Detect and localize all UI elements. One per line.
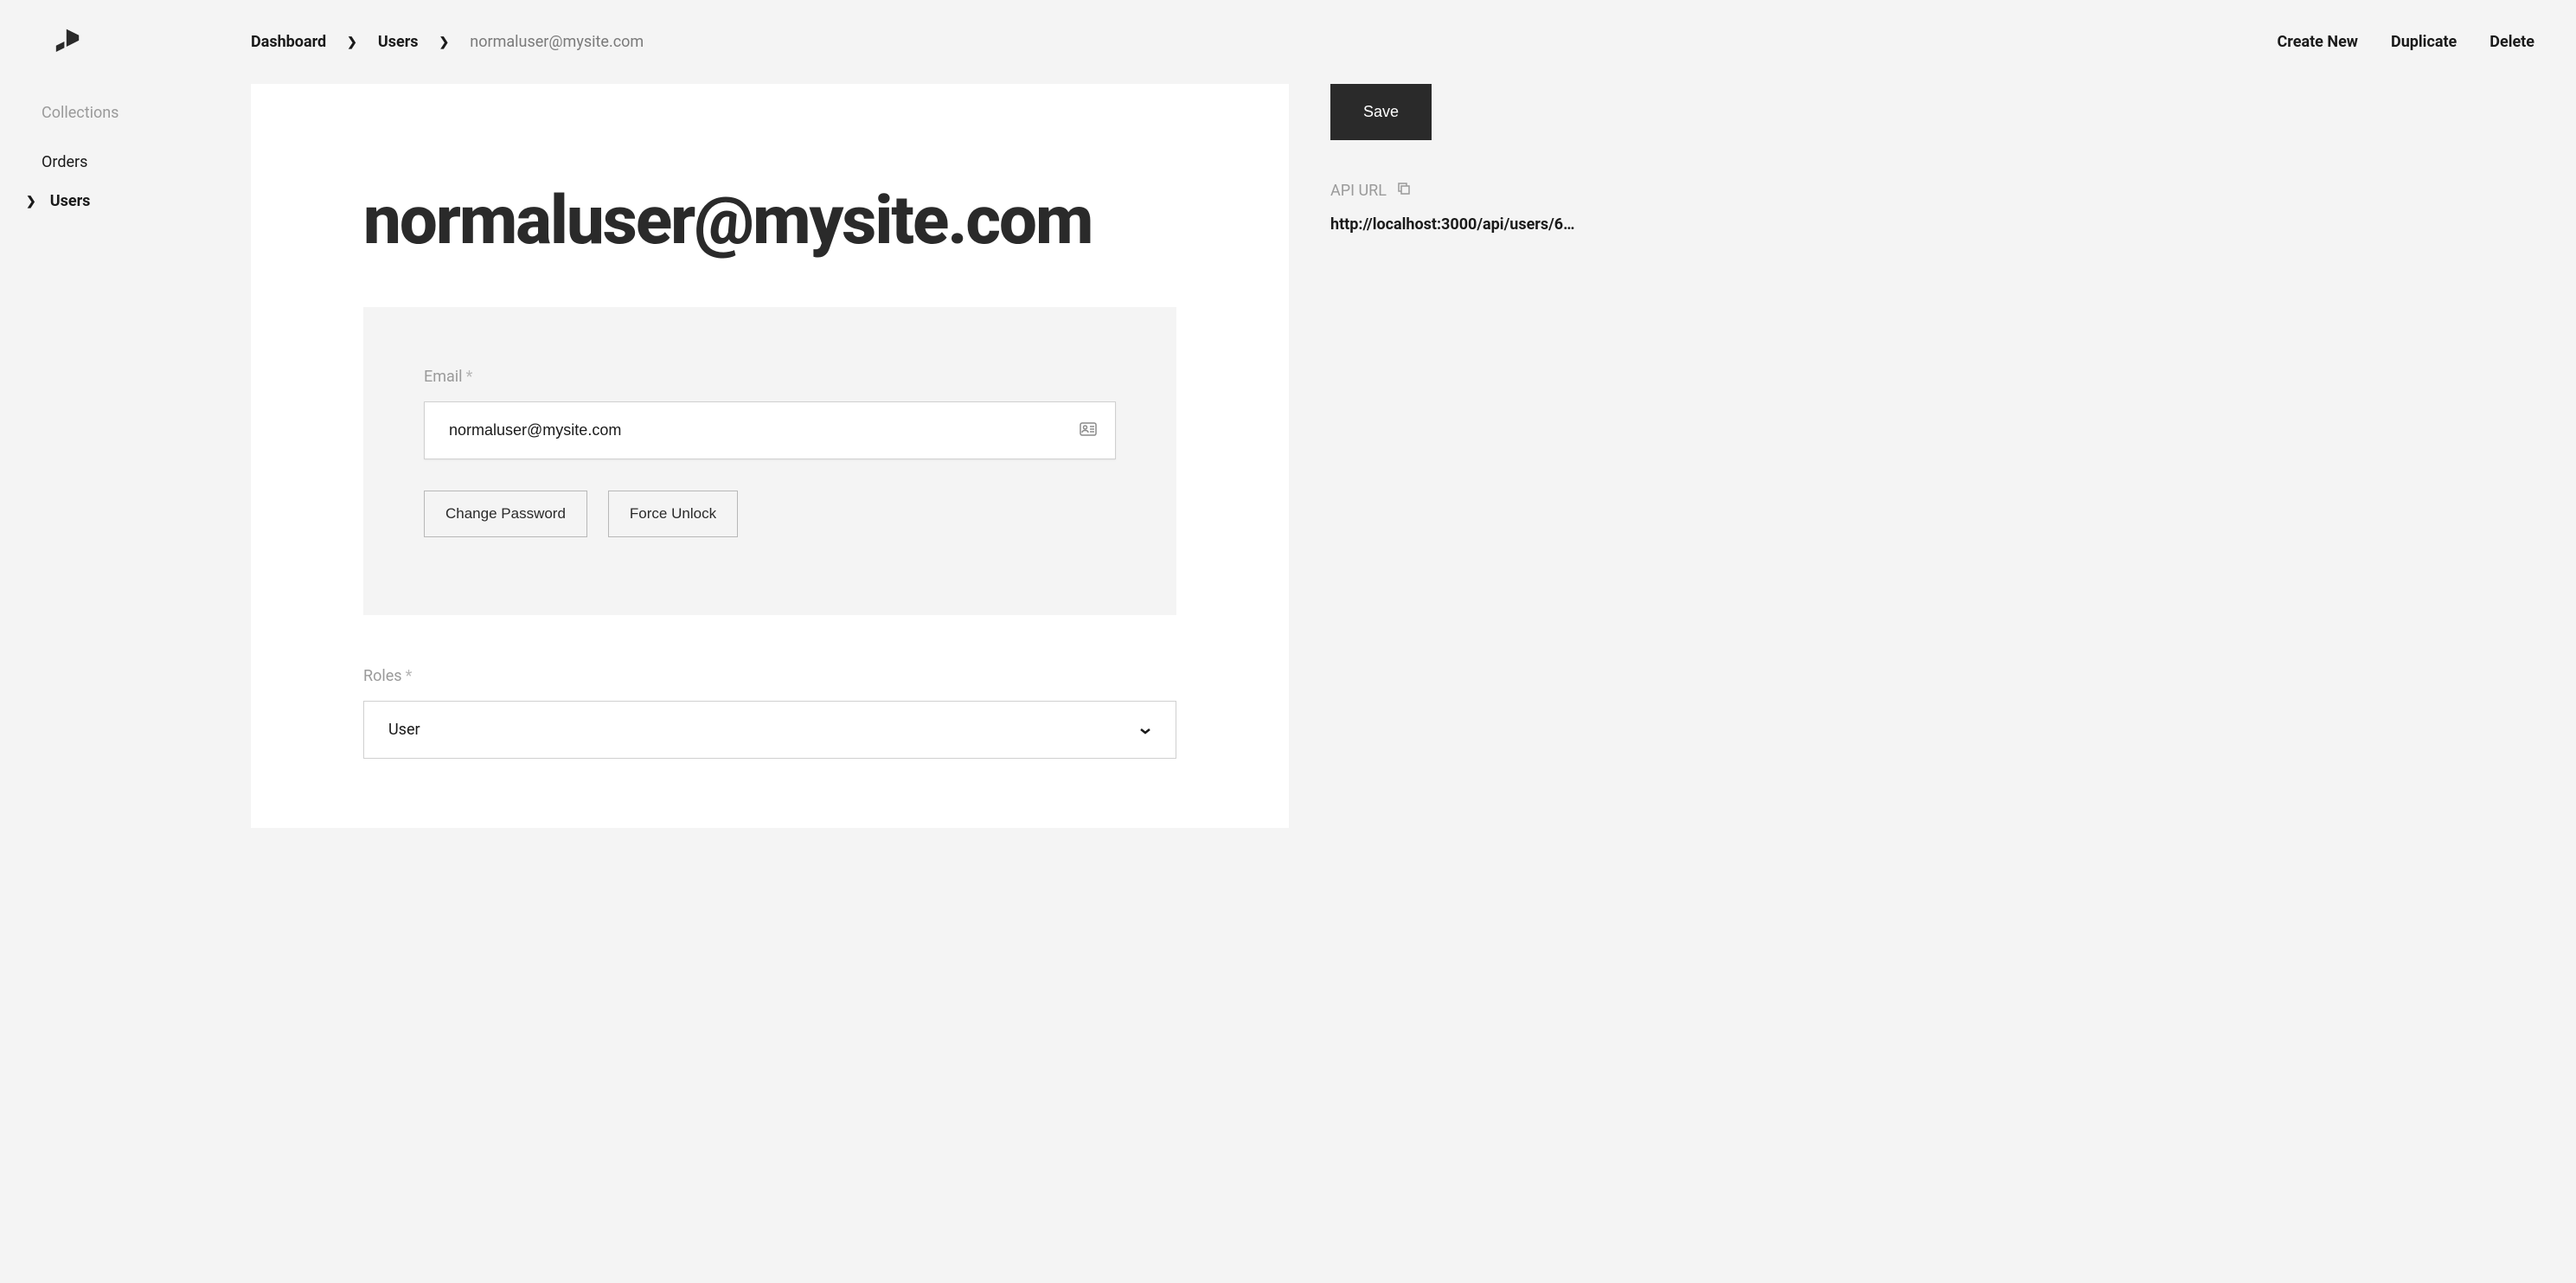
required-indicator: *: [466, 368, 473, 386]
sidebar-item-label: Users: [50, 192, 91, 210]
sidebar-item-users[interactable]: ❯ Users: [0, 182, 251, 221]
chevron-right-icon: ❯: [439, 35, 450, 49]
page-title: normaluser@mysite.com: [363, 188, 1176, 255]
chevron-down-icon: [1139, 721, 1151, 739]
api-url-label: API URL: [1330, 182, 1578, 200]
create-new-button[interactable]: Create New: [2278, 33, 2358, 51]
topbar: Dashboard ❯ Users ❯ normaluser@mysite.co…: [251, 0, 2576, 84]
top-actions: Create New Duplicate Delete: [2278, 33, 2534, 51]
api-url-value[interactable]: http://localhost:3000/api/users/6070acef…: [1330, 215, 1578, 234]
change-password-button[interactable]: Change Password: [424, 491, 587, 537]
sidebar-item-label: Orders: [42, 153, 87, 171]
document-card: normaluser@mysite.com Email*: [251, 84, 1289, 828]
email-field[interactable]: [424, 401, 1116, 459]
email-label: Email*: [424, 368, 1116, 386]
roles-selected-value: User: [388, 721, 420, 739]
chevron-right-icon: ❯: [26, 195, 36, 208]
auth-panel: Email*: [363, 307, 1176, 615]
required-indicator: *: [406, 667, 413, 685]
force-unlock-button[interactable]: Force Unlock: [608, 491, 738, 537]
copy-icon[interactable]: [1397, 182, 1411, 200]
chevron-right-icon: ❯: [347, 35, 357, 49]
breadcrumb: Dashboard ❯ Users ❯ normaluser@mysite.co…: [251, 33, 644, 51]
right-panel: Save API URL http://localhost:3000/api/u…: [1330, 84, 1599, 828]
sidebar-section-label: Collections: [0, 104, 251, 122]
sidebar-item-orders[interactable]: Orders: [0, 143, 251, 182]
breadcrumb-collection[interactable]: Users: [378, 33, 419, 51]
sidebar: Collections Orders ❯ Users: [0, 0, 251, 1283]
save-button[interactable]: Save: [1330, 84, 1432, 140]
delete-button[interactable]: Delete: [2489, 33, 2534, 51]
logo[interactable]: [0, 26, 251, 104]
duplicate-button[interactable]: Duplicate: [2391, 33, 2457, 51]
breadcrumb-dashboard[interactable]: Dashboard: [251, 33, 326, 51]
breadcrumb-current: normaluser@mysite.com: [470, 33, 644, 51]
roles-label: Roles*: [363, 667, 1176, 685]
contact-card-icon: [1080, 422, 1097, 439]
roles-select[interactable]: User: [363, 701, 1176, 759]
